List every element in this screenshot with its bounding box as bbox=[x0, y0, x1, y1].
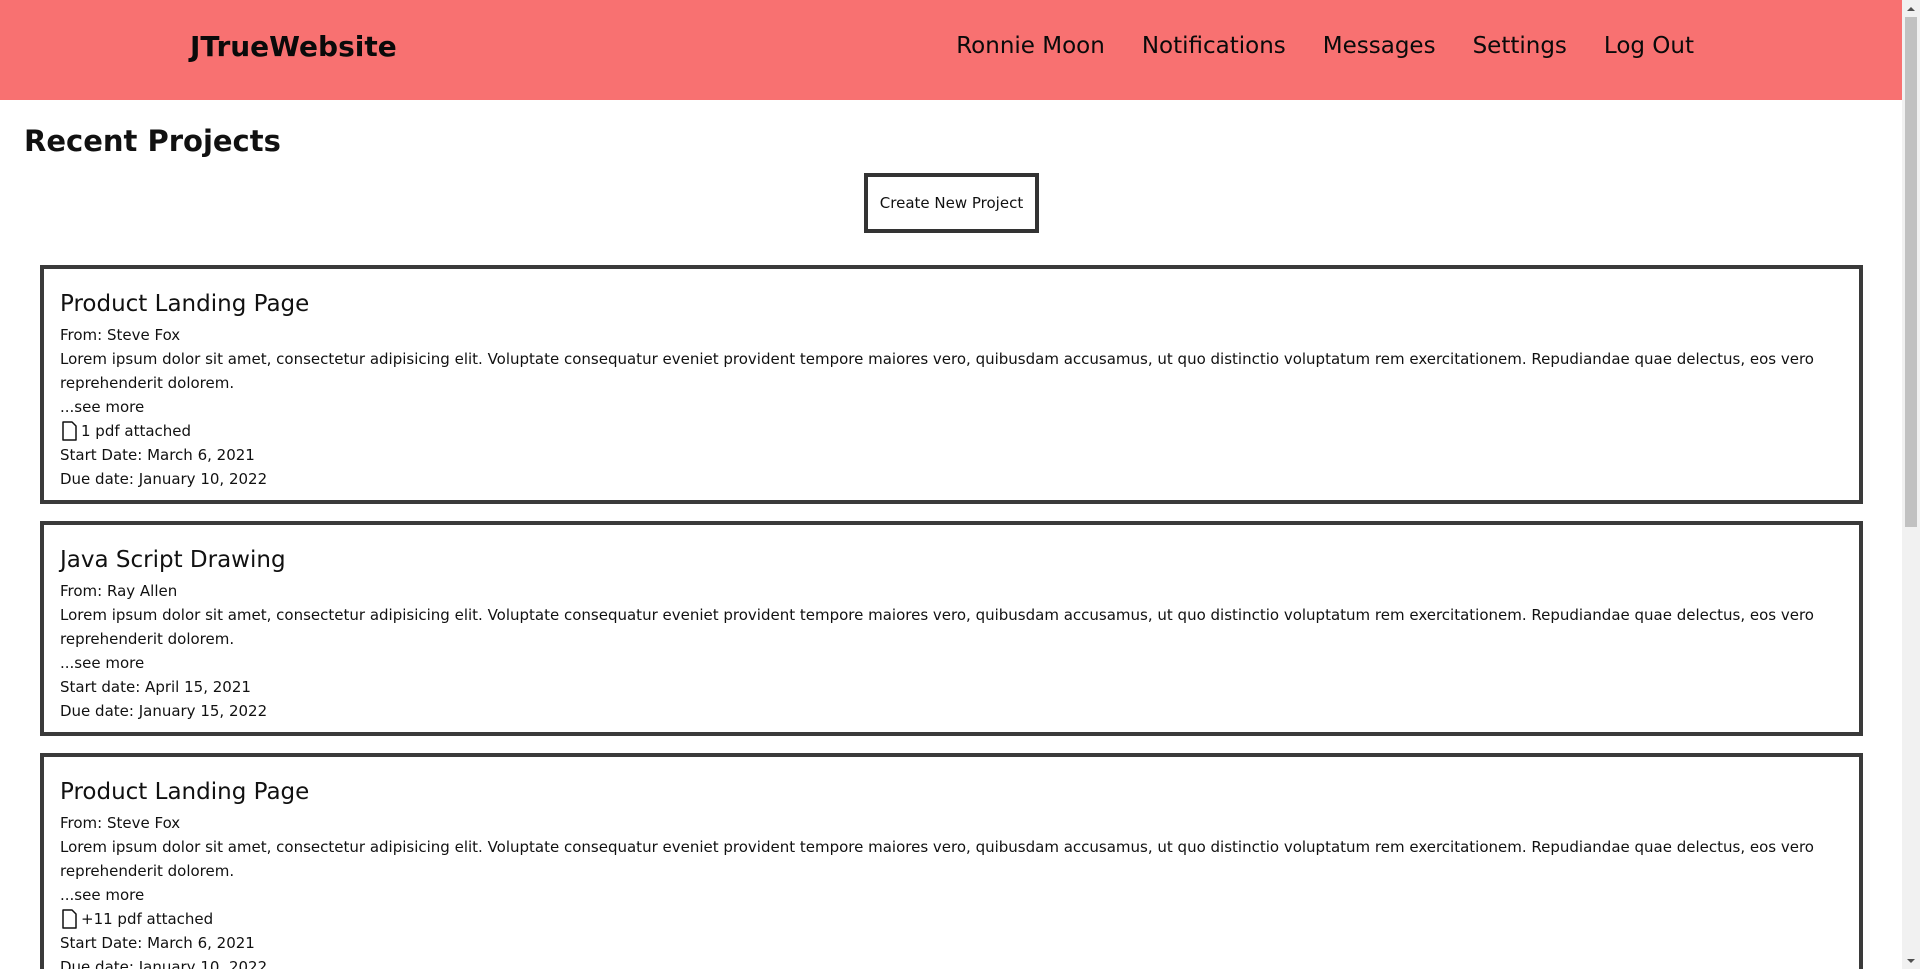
document-icon bbox=[60, 908, 79, 930]
nav-link-notifications[interactable]: Notifications bbox=[1142, 33, 1286, 59]
nav-link-profile[interactable]: Ronnie Moon bbox=[956, 33, 1105, 59]
project-start-date: Start Date: March 6, 2021 bbox=[60, 934, 255, 952]
nav-link-settings[interactable]: Settings bbox=[1473, 33, 1567, 59]
navbar: JTrueWebsite Ronnie Moon Notifications M… bbox=[0, 0, 1902, 100]
see-more-link[interactable]: ...see more bbox=[60, 883, 1817, 907]
nav-link-logout[interactable]: Log Out bbox=[1604, 33, 1694, 59]
project-title[interactable]: Product Landing Page bbox=[60, 779, 1817, 805]
create-project-button[interactable]: Create New Project bbox=[864, 173, 1039, 233]
attachment-info[interactable]: 1 pdf attached bbox=[60, 419, 1817, 443]
nav-links: Ronnie Moon Notifications Messages Setti… bbox=[956, 33, 1694, 59]
brand-logo[interactable]: JTrueWebsite bbox=[190, 30, 397, 63]
project-from: From: Ray Allen bbox=[60, 582, 178, 600]
project-start-date: Start Date: March 6, 2021 bbox=[60, 446, 255, 464]
attachment-info[interactable]: +11 pdf attached bbox=[60, 907, 1817, 931]
scrollbar-thumb[interactable] bbox=[1905, 17, 1917, 527]
project-description: Lorem ipsum dolor sit amet, consectetur … bbox=[60, 350, 1814, 392]
project-card: Java Script Drawing From: Ray Allen Lore… bbox=[40, 521, 1863, 736]
project-start-date: Start date: April 15, 2021 bbox=[60, 678, 251, 696]
nav-link-messages[interactable]: Messages bbox=[1323, 33, 1436, 59]
document-icon bbox=[60, 420, 79, 442]
vertical-scrollbar[interactable] bbox=[1902, 0, 1920, 969]
page-title: Recent Projects bbox=[24, 124, 281, 158]
see-more-link[interactable]: ...see more bbox=[60, 651, 1817, 675]
attachment-label: 1 pdf attached bbox=[81, 422, 192, 440]
attachment-label: +11 pdf attached bbox=[81, 910, 214, 928]
project-description: Lorem ipsum dolor sit amet, consectetur … bbox=[60, 606, 1814, 648]
project-due-date: Due date: January 15, 2022 bbox=[60, 702, 268, 720]
project-title[interactable]: Java Script Drawing bbox=[60, 547, 1817, 573]
project-card: Product Landing Page From: Steve Fox Lor… bbox=[40, 753, 1863, 969]
project-due-date: Due date: January 10, 2022 bbox=[60, 470, 268, 488]
project-title[interactable]: Product Landing Page bbox=[60, 291, 1817, 317]
project-from: From: Steve Fox bbox=[60, 814, 181, 832]
project-description: Lorem ipsum dolor sit amet, consectetur … bbox=[60, 838, 1814, 880]
project-card: Product Landing Page From: Steve Fox Lor… bbox=[40, 265, 1863, 504]
project-due-date: Due date: January 10, 2022 bbox=[60, 958, 268, 969]
project-from: From: Steve Fox bbox=[60, 326, 181, 344]
see-more-link[interactable]: ...see more bbox=[60, 395, 1817, 419]
chevron-up-icon[interactable] bbox=[1902, 0, 1920, 17]
browser-viewport: JTrueWebsite Ronnie Moon Notifications M… bbox=[0, 0, 1920, 969]
chevron-down-icon[interactable] bbox=[1902, 952, 1920, 969]
page-content: JTrueWebsite Ronnie Moon Notifications M… bbox=[0, 0, 1902, 969]
